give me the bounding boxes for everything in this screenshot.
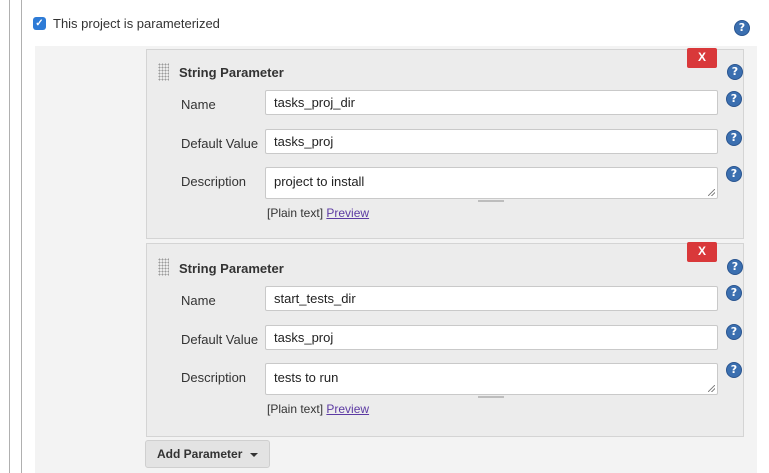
drag-handle-icon[interactable] (158, 63, 169, 81)
parameter-type-title: String Parameter (179, 65, 284, 80)
left-border-line (9, 0, 10, 473)
description-textarea[interactable]: project to install (265, 167, 718, 199)
parameterized-label: This project is parameterized (53, 16, 220, 31)
preview-link[interactable]: Preview (326, 206, 369, 220)
description-textarea[interactable]: tests to run (265, 363, 718, 395)
description-text: project to install (274, 174, 365, 189)
textarea-splitter[interactable] (265, 198, 718, 206)
left-border-line-inner (21, 0, 22, 473)
name-input[interactable]: tasks_proj_dir (265, 90, 718, 115)
help-icon[interactable]: ? (727, 259, 743, 275)
help-icon[interactable]: ? (726, 166, 742, 182)
preview-link[interactable]: Preview (326, 402, 369, 416)
default-value-input[interactable]: tasks_proj (265, 129, 718, 154)
add-parameter-button[interactable]: Add Parameter (145, 440, 270, 468)
delete-parameter-button[interactable]: X (687, 242, 717, 262)
help-icon[interactable]: ? (734, 20, 750, 36)
parameterized-checkbox[interactable]: ✓ (33, 17, 46, 30)
default-value-input[interactable]: tasks_proj (265, 325, 718, 350)
default-value-label: Default Value (181, 332, 259, 347)
drag-handle-icon[interactable] (158, 258, 169, 276)
help-icon[interactable]: ? (726, 130, 742, 146)
string-parameter-block: String Parameter X Name start_tests_dir … (146, 242, 744, 437)
string-parameter-block: String Parameter X Name tasks_proj_dir D… (146, 48, 744, 239)
delete-parameter-button[interactable]: X (687, 48, 717, 68)
default-value-label: Default Value (181, 136, 259, 151)
help-icon[interactable]: ? (726, 324, 742, 340)
description-label: Description (181, 370, 247, 385)
textarea-resize-handle[interactable] (708, 385, 715, 392)
name-label: Name (181, 293, 216, 308)
plain-text-label: [Plain text] (267, 402, 324, 416)
plain-text-label: [Plain text] (267, 206, 324, 220)
description-label: Description (181, 174, 247, 189)
help-icon[interactable]: ? (726, 285, 742, 301)
name-input[interactable]: start_tests_dir (265, 286, 718, 311)
textarea-splitter[interactable] (265, 394, 718, 402)
help-icon[interactable]: ? (726, 362, 742, 378)
add-parameter-label: Add Parameter (157, 447, 243, 461)
help-icon[interactable]: ? (727, 64, 743, 80)
plain-text-note: [Plain text] Preview (267, 206, 369, 220)
plain-text-note: [Plain text] Preview (267, 402, 369, 416)
description-text: tests to run (274, 370, 339, 385)
help-icon[interactable]: ? (726, 91, 742, 107)
parameter-type-title: String Parameter (179, 261, 284, 276)
parameterized-row[interactable]: ✓ This project is parameterized (33, 16, 220, 31)
caret-down-icon (250, 452, 259, 457)
name-label: Name (181, 97, 216, 112)
textarea-resize-handle[interactable] (708, 189, 715, 196)
